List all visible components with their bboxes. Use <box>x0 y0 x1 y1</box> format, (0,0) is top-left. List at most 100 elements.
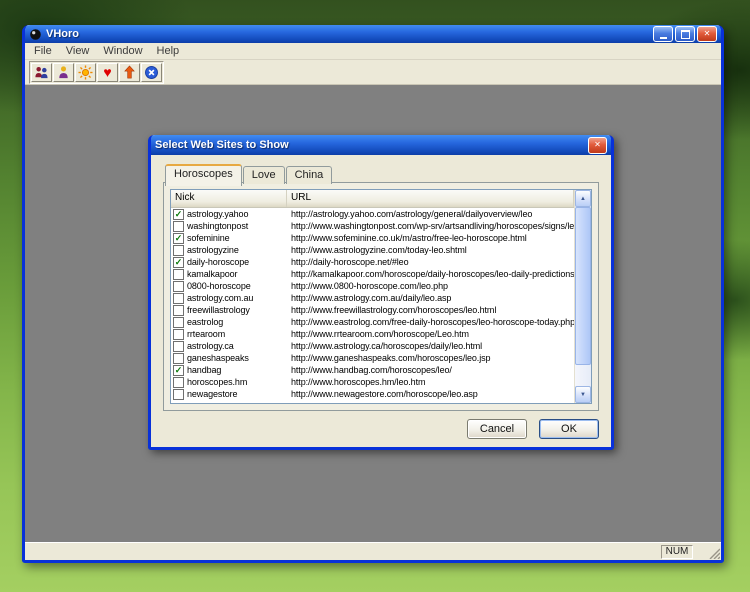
minimize-button[interactable] <box>653 26 673 42</box>
table-row[interactable]: ganeshaspeaks http://www.ganeshaspeaks.c… <box>171 352 574 364</box>
row-url: http://astrology.yahoo.com/astrology/gen… <box>291 209 533 219</box>
maximize-button[interactable] <box>675 26 695 42</box>
heart-icon[interactable]: ♥ <box>97 62 118 82</box>
up-arrow-icon[interactable] <box>119 62 140 82</box>
row-nick: handbag <box>187 365 222 375</box>
row-checkbox[interactable]: ✓ <box>173 256 184 268</box>
row-nick: newagestore <box>187 389 238 399</box>
close-button[interactable]: ✕ <box>697 26 717 42</box>
table-row[interactable]: astrologyzine http://www.astrologyzine.c… <box>171 244 574 256</box>
row-checkbox[interactable]: ✓ <box>173 208 184 220</box>
resize-grip[interactable] <box>707 546 721 560</box>
table-row[interactable]: ✓ handbag http://www.handbag.com/horosco… <box>171 364 574 376</box>
row-nick: ganeshaspeaks <box>187 353 249 363</box>
app-window: VHoro ✕ File View Window Help ♥ Select W… <box>22 25 724 563</box>
sun-icon[interactable] <box>75 62 96 82</box>
table-row[interactable]: rrtearoom http://www.rrtearoom.com/horos… <box>171 328 574 340</box>
dialog-close-button[interactable]: ✕ <box>588 136 607 154</box>
row-url: http://www.handbag.com/horoscopes/leo/ <box>291 365 452 375</box>
statusbar: NUM <box>25 542 721 560</box>
row-url: http://www.sofeminine.co.uk/m/astro/free… <box>291 233 527 243</box>
menu-help[interactable]: Help <box>150 44 187 58</box>
table-row[interactable]: ✓ daily-horoscope http://daily-horoscope… <box>171 256 574 268</box>
row-nick: freewillastrology <box>187 305 250 315</box>
menu-window[interactable]: Window <box>96 44 149 58</box>
tab-china[interactable]: China <box>285 166 333 184</box>
row-checkbox[interactable] <box>173 292 184 304</box>
row-nick: rrtearoom <box>187 329 226 339</box>
tab-love[interactable]: Love <box>242 166 285 184</box>
table-row[interactable]: kamalkapoor http://kamalkapoor.com/horos… <box>171 268 574 280</box>
row-url: http://www.freewillastrology.com/horosco… <box>291 305 497 315</box>
table-row[interactable]: ✓ astrology.yahoo http://astrology.yahoo… <box>171 208 574 220</box>
table-row[interactable]: horoscopes.hm http://www.horoscopes.hm/l… <box>171 376 574 388</box>
contacts-icon[interactable] <box>31 62 52 82</box>
table-row[interactable]: washingtonpost http://www.washingtonpost… <box>171 220 574 232</box>
list-header: Nick URL <box>171 190 574 208</box>
tab-strip: Horoscopes Love China <box>165 164 333 186</box>
websites-list: Nick URL ✓ astrology.yahoo http://astrol… <box>170 189 592 404</box>
row-checkbox[interactable]: ✓ <box>173 232 184 244</box>
table-row[interactable]: eastrolog http://www.eastrolog.com/free-… <box>171 316 574 328</box>
ok-button[interactable]: OK <box>539 419 599 439</box>
table-row[interactable]: 0800-horoscope http://www.0800-horoscope… <box>171 280 574 292</box>
vertical-scrollbar[interactable]: ▲ ▼ <box>574 190 591 403</box>
row-checkbox[interactable] <box>173 388 184 400</box>
row-nick-cell: astrologyzine <box>171 244 287 256</box>
row-nick: astrologyzine <box>187 245 239 255</box>
row-nick-cell: astrology.ca <box>171 340 287 352</box>
row-nick: astrology.ca <box>187 341 234 351</box>
row-checkbox[interactable] <box>173 376 184 388</box>
row-checkbox[interactable] <box>173 316 184 328</box>
dialog-buttons: Cancel OK <box>467 419 599 439</box>
row-nick-cell: kamalkapoor <box>171 268 287 280</box>
person-icon[interactable] <box>53 62 74 82</box>
menu-file[interactable]: File <box>27 44 59 58</box>
row-checkbox[interactable] <box>173 304 184 316</box>
row-nick-cell: eastrolog <box>171 316 287 328</box>
row-nick: horoscopes.hm <box>187 377 248 387</box>
row-nick: kamalkapoor <box>187 269 238 279</box>
row-url: http://www.washingtonpost.com/wp-srv/art… <box>291 221 574 231</box>
scrollbar-thumb[interactable] <box>575 207 591 365</box>
row-checkbox[interactable] <box>173 280 184 292</box>
row-nick-cell: 0800-horoscope <box>171 280 287 292</box>
scroll-up-button[interactable]: ▲ <box>575 190 591 207</box>
select-websites-dialog: Select Web Sites to Show ✕ Horoscopes Lo… <box>148 135 614 450</box>
table-row[interactable]: astrology.com.au http://www.astrology.co… <box>171 292 574 304</box>
row-url: http://www.ganeshaspeaks.com/horoscopes/… <box>291 353 491 363</box>
row-nick: sofeminine <box>187 233 230 243</box>
row-checkbox[interactable] <box>173 244 184 256</box>
row-nick-cell: ✓ handbag <box>171 364 287 376</box>
exit-icon[interactable] <box>141 62 162 82</box>
row-checkbox[interactable] <box>173 340 184 352</box>
table-row[interactable]: ✓ sofeminine http://www.sofeminine.co.uk… <box>171 232 574 244</box>
tab-horoscopes[interactable]: Horoscopes <box>165 164 242 186</box>
row-url: http://www.astrologyzine.com/today-leo.s… <box>291 245 467 255</box>
row-checkbox[interactable]: ✓ <box>173 364 184 376</box>
table-row[interactable]: astrology.ca http://www.astrology.ca/hor… <box>171 340 574 352</box>
dialog-titlebar[interactable]: Select Web Sites to Show ✕ <box>151 135 611 155</box>
num-indicator: NUM <box>661 545 693 559</box>
table-row[interactable]: freewillastrology http://www.freewillast… <box>171 304 574 316</box>
row-checkbox[interactable] <box>173 352 184 364</box>
column-header-url[interactable]: URL <box>287 190 574 207</box>
row-nick-cell: ganeshaspeaks <box>171 352 287 364</box>
row-nick: astrology.yahoo <box>187 209 249 219</box>
cancel-button[interactable]: Cancel <box>467 419 527 439</box>
row-url: http://www.astrology.ca/horoscopes/daily… <box>291 341 483 351</box>
table-row[interactable]: newagestore http://www.newagestore.com/h… <box>171 388 574 400</box>
row-checkbox[interactable] <box>173 220 184 232</box>
row-url: http://www.rrtearoom.com/horoscope/Leo.h… <box>291 329 469 339</box>
row-checkbox[interactable] <box>173 268 184 280</box>
toolbar-group: ♥ <box>29 60 164 84</box>
row-nick-cell: ✓ daily-horoscope <box>171 256 287 268</box>
scrollbar-track[interactable] <box>575 207 591 386</box>
row-checkbox[interactable] <box>173 328 184 340</box>
menu-view[interactable]: View <box>59 44 97 58</box>
dialog-title: Select Web Sites to Show <box>155 139 289 151</box>
row-nick-cell: ✓ sofeminine <box>171 232 287 244</box>
column-header-nick[interactable]: Nick <box>171 190 287 207</box>
scroll-down-button[interactable]: ▼ <box>575 386 591 403</box>
app-titlebar[interactable]: VHoro ✕ <box>25 25 721 43</box>
